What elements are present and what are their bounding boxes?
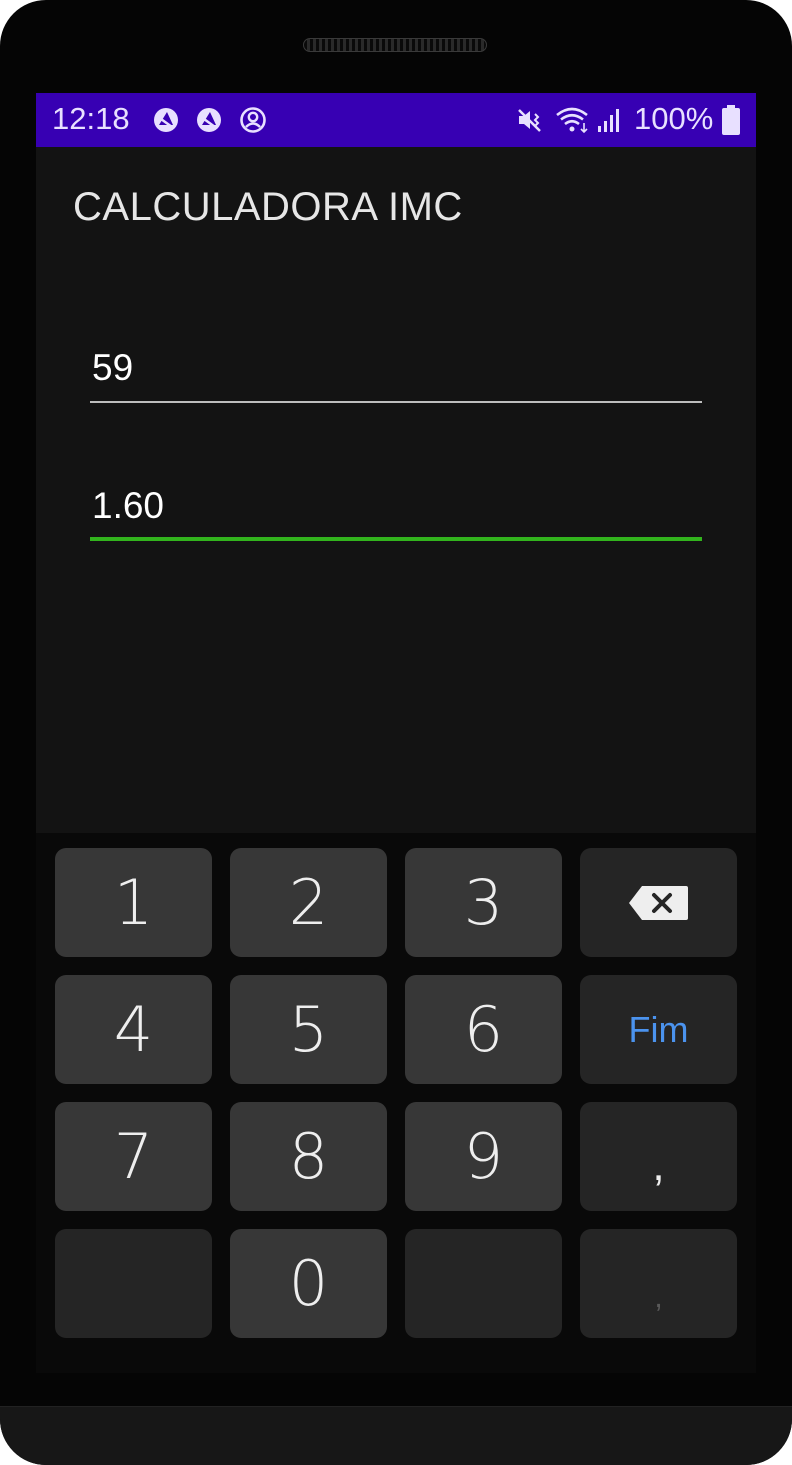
backspace-key[interactable] — [580, 848, 737, 957]
key-4[interactable]: 4 — [55, 975, 212, 1084]
height-underline-focused — [90, 537, 702, 541]
signal-icon — [598, 109, 619, 132]
backspace-icon — [628, 885, 688, 920]
battery-icon — [722, 105, 740, 135]
key-0[interactable]: 0 — [230, 1229, 387, 1338]
key-6[interactable]: 6 — [405, 975, 562, 1084]
done-key[interactable]: Fim — [580, 975, 737, 1084]
battery-percentage: 100% — [634, 101, 714, 136]
key-7[interactable]: 7 — [55, 1102, 212, 1211]
key-8[interactable]: 8 — [230, 1102, 387, 1211]
phone-chin — [0, 1406, 792, 1465]
height-field[interactable] — [90, 481, 702, 541]
status-bar: 12:18 100% — [36, 93, 756, 147]
key-5[interactable]: 5 — [230, 975, 387, 1084]
account-circle-icon — [240, 107, 266, 133]
empty-key-right[interactable] — [405, 1229, 562, 1338]
comma-key[interactable]: , — [580, 1102, 737, 1211]
height-input[interactable] — [90, 481, 702, 531]
disabled-comma-key[interactable]: , — [580, 1229, 737, 1338]
status-time: 12:18 — [52, 101, 130, 136]
empty-key-left[interactable] — [55, 1229, 212, 1338]
vibrate-icon — [518, 109, 541, 132]
phone-frame: 12:18 100% CALCULADORA IMC 59 1.60 1 2 3… — [0, 0, 792, 1465]
app-screen: 12:18 100% CALCULADORA IMC 59 1.60 1 2 3… — [36, 93, 756, 1373]
weight-field[interactable] — [90, 343, 702, 403]
numeric-keyboard: 1 2 3 4 5 6 Fim 7 8 9 , 0 , — [36, 833, 756, 1373]
key-1[interactable]: 1 — [55, 848, 212, 957]
page-title: CALCULADORA IMC — [73, 185, 463, 229]
key-9[interactable]: 9 — [405, 1102, 562, 1211]
notification-app-icon — [154, 108, 178, 132]
weight-underline — [90, 401, 702, 403]
key-2[interactable]: 2 — [230, 848, 387, 957]
speaker-grille — [303, 38, 487, 52]
wifi-icon — [556, 107, 588, 134]
notification-app-icon — [197, 108, 221, 132]
key-3[interactable]: 3 — [405, 848, 562, 957]
weight-input[interactable] — [90, 343, 702, 393]
